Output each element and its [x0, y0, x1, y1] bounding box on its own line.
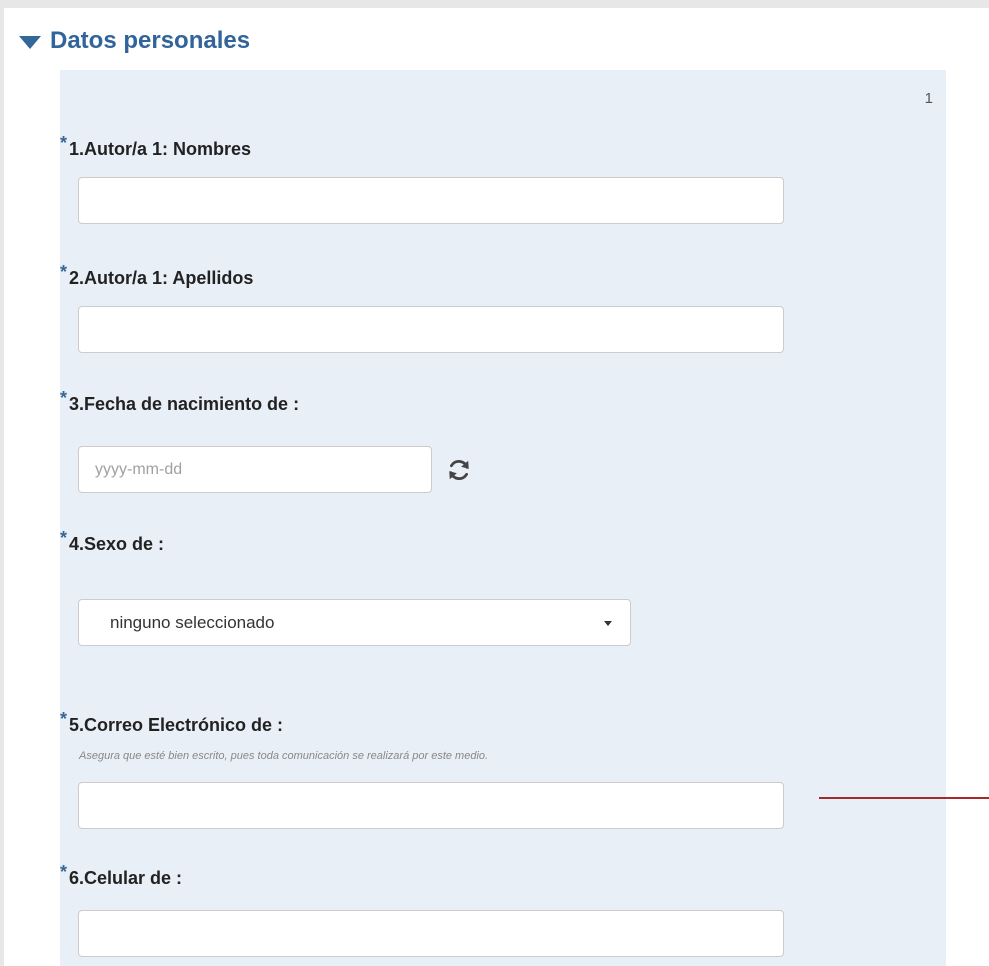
triangle-down-icon[interactable]: [19, 35, 41, 49]
required-marker: *: [60, 709, 68, 729]
page-number: 1: [924, 90, 933, 107]
sexo-select[interactable]: ninguno seleccionado: [78, 599, 631, 646]
question-text: 3.Fecha de nacimiento de :: [69, 394, 300, 414]
apellidos-input[interactable]: [78, 306, 784, 353]
required-marker: *: [60, 133, 68, 153]
question-text: 2.Autor/a 1: Apellidos: [69, 268, 254, 288]
fecha-nacimiento-input[interactable]: [78, 446, 432, 493]
refresh-icon[interactable]: [446, 457, 472, 483]
question-group: 1 * 1.Autor/a 1: Nombres * 2.Autor/a 1: …: [60, 70, 946, 966]
question-text: 5.Correo Electrónico de :: [69, 715, 284, 735]
section-header[interactable]: Datos personales: [19, 27, 250, 55]
caret-down-icon: [604, 621, 612, 626]
question-text: 4.Sexo de :: [69, 534, 165, 554]
required-marker: *: [60, 528, 68, 548]
question-text: 6.Celular de :: [69, 868, 183, 888]
question-text: 1.Autor/a 1: Nombres: [69, 139, 252, 159]
section-title: Datos personales: [50, 27, 251, 54]
select-value: ninguno seleccionado: [110, 613, 275, 632]
nombres-input[interactable]: [78, 177, 784, 224]
survey-page: Datos personales 1 * 1.Autor/a 1: Nombre…: [4, 8, 989, 966]
annotation-line: [819, 797, 989, 799]
celular-input[interactable]: [78, 910, 784, 957]
required-marker: *: [60, 262, 68, 282]
question-help-5: Asegura que esté bien escrito, pues toda…: [79, 750, 489, 762]
required-marker: *: [60, 862, 68, 882]
required-marker: *: [60, 388, 68, 408]
correo-input[interactable]: [78, 782, 784, 829]
